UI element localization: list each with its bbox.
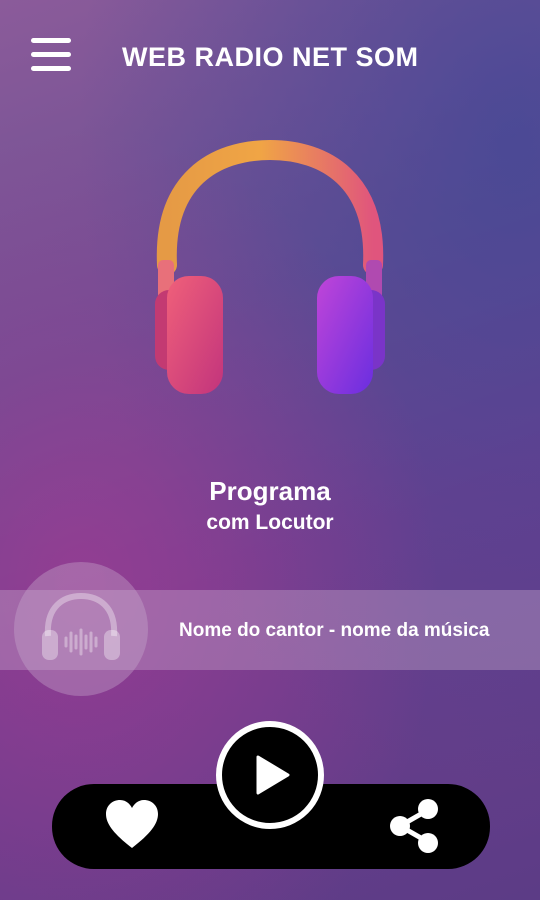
play-button[interactable] xyxy=(216,721,324,829)
play-icon xyxy=(256,755,290,795)
app-title: WEB RADIO NET SOM xyxy=(122,42,419,72)
hamburger-menu-icon xyxy=(31,38,71,43)
program-name: Programa xyxy=(209,476,331,506)
headphones-icon xyxy=(155,140,385,394)
headphones-waveform-icon xyxy=(42,592,120,660)
menu-button[interactable] xyxy=(31,38,73,72)
share-icon[interactable] xyxy=(388,798,442,854)
app-header: WEB RADIO NET SOM xyxy=(0,0,540,110)
program-info: Programa com Locutor xyxy=(0,476,540,535)
heart-icon[interactable] xyxy=(104,798,160,852)
now-playing-song: Nome do cantor - nome da música xyxy=(179,620,490,641)
program-host: com Locutor xyxy=(206,511,334,534)
